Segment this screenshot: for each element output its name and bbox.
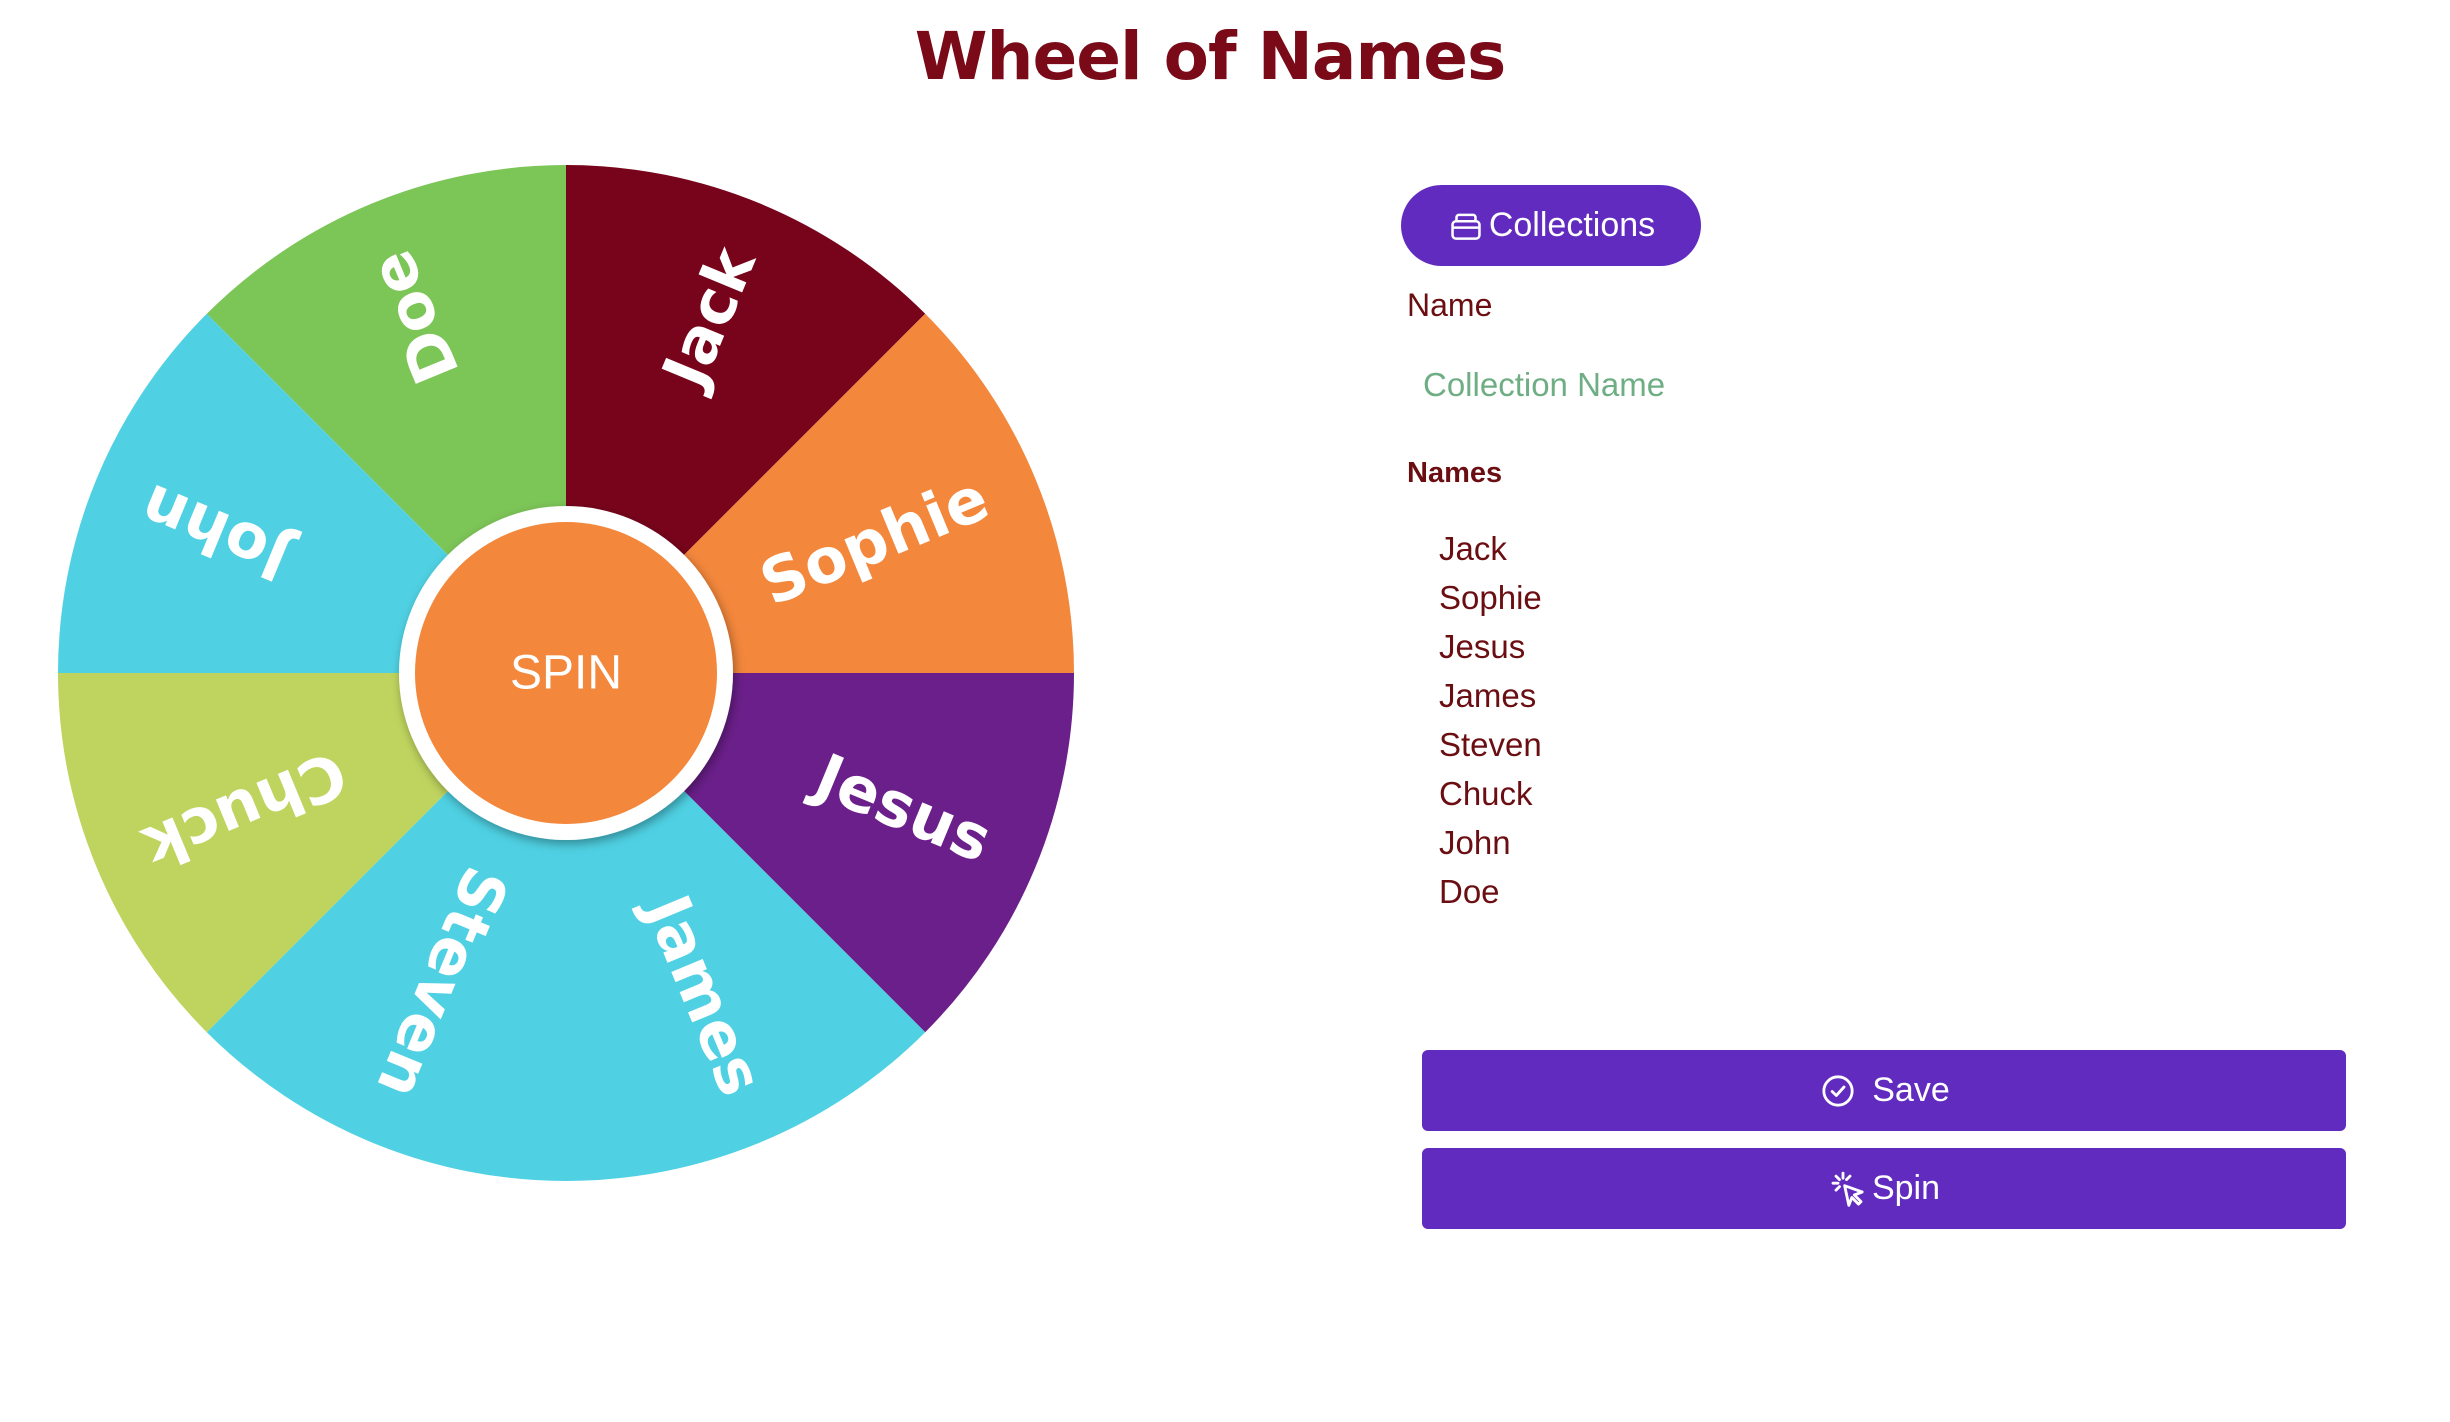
save-button-label: Save <box>1872 1071 1950 1109</box>
name-entry: Chuck <box>1439 775 1533 812</box>
wheel-graphic[interactable]: JackSophieJesusJamesStevenChuckJohnDoe S… <box>58 165 1074 1181</box>
spin-button-label: Spin <box>1871 1169 1941 1207</box>
spin-hub-label: SPIN <box>510 647 622 700</box>
name-label: Name <box>1407 287 1493 323</box>
collections-button[interactable]: Collections <box>1401 185 1701 266</box>
collection-name-input[interactable] <box>1407 355 1939 415</box>
cursor-click-icon <box>1831 1171 1864 1207</box>
name-entry: James <box>1439 677 1537 714</box>
names-label: Names <box>1407 457 1503 489</box>
page-title: Wheel of Names <box>914 18 1507 95</box>
collections-button-label: Collections <box>1488 206 1656 244</box>
check-circle-icon <box>1822 1074 1854 1107</box>
archive-box-icon <box>1451 213 1481 240</box>
name-entry: Jesus <box>1439 628 1526 665</box>
wheel-hub[interactable]: SPIN <box>399 506 733 840</box>
spin-button[interactable]: Spin <box>1422 1148 2346 1229</box>
name-wheel[interactable]: Jack Sophie Jesus James Steven Chuck John Doe S… <box>58 165 1074 1181</box>
name-entry: Doe <box>1439 873 1500 910</box>
name-entry: Sophie <box>1439 579 1542 616</box>
save-button[interactable]: Save <box>1422 1050 2346 1131</box>
name-entry: John <box>1439 824 1511 861</box>
name-entry: Steven <box>1439 726 1542 763</box>
name-entry: Jack <box>1439 530 1507 567</box>
